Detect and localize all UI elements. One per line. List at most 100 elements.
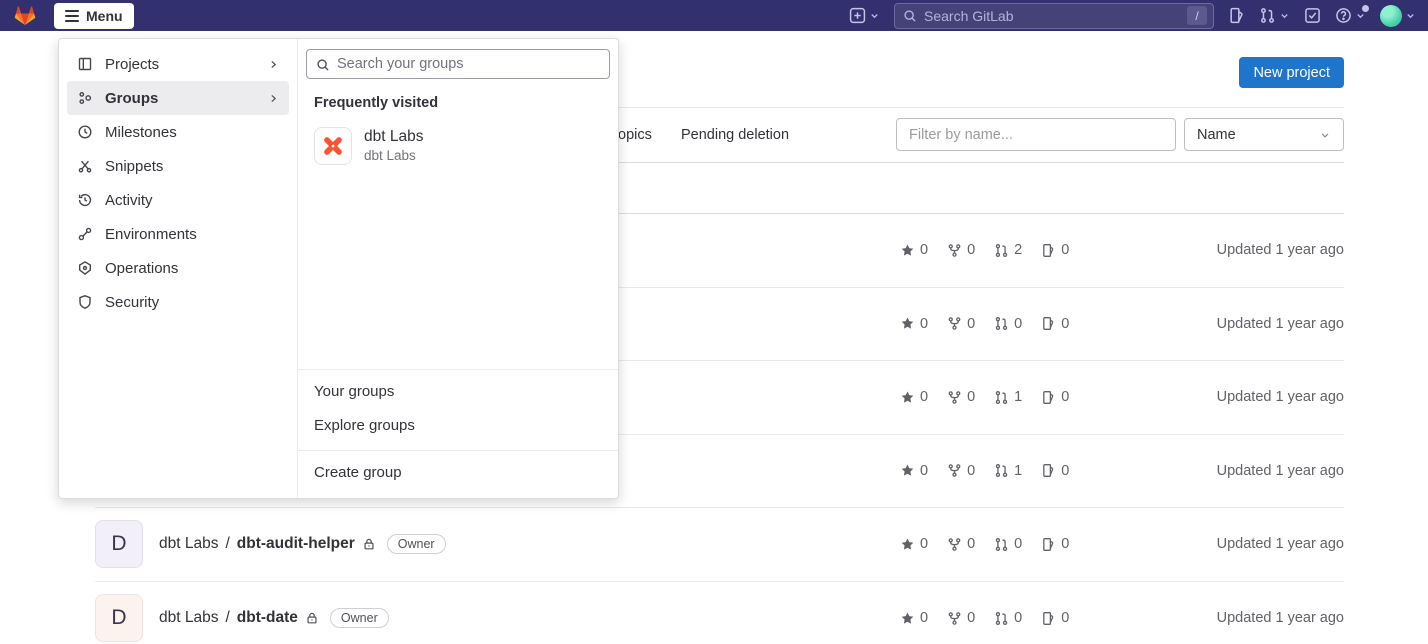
- project-stats: 0 0 2 0: [900, 214, 1069, 287]
- issues-icon[interactable]: [1228, 7, 1245, 24]
- fork-icon: [947, 316, 962, 331]
- star-count[interactable]: 0: [900, 610, 928, 626]
- issues-icon: [1041, 463, 1056, 478]
- star-count[interactable]: 0: [900, 316, 928, 332]
- menu-button-label: Menu: [86, 8, 123, 24]
- global-search-input[interactable]: Search GitLab /: [894, 3, 1214, 29]
- project-title[interactable]: dbt-date: [237, 609, 298, 627]
- fork-count[interactable]: 0: [947, 316, 975, 332]
- private-lock-icon: [362, 537, 376, 551]
- menu-item-security[interactable]: Security: [67, 285, 289, 319]
- flyout-footer: Your groups Explore groups Create group: [298, 369, 618, 489]
- main-menu-dropdown: Projects Groups Milestones Snippets Acti…: [58, 38, 619, 499]
- help-dropdown[interactable]: [1335, 7, 1366, 24]
- fork-count[interactable]: 0: [947, 536, 975, 552]
- divider: [298, 369, 618, 370]
- updated-timestamp: Updated 1 year ago: [1217, 214, 1344, 287]
- divider: [298, 450, 618, 451]
- explore-groups-link[interactable]: Explore groups: [298, 408, 618, 442]
- star-icon: [900, 390, 915, 405]
- menu-item-milestones[interactable]: Milestones: [67, 115, 289, 149]
- issue-count[interactable]: 0: [1041, 389, 1069, 405]
- menu-item-label: Projects: [105, 56, 159, 73]
- merge-request-count[interactable]: 0: [994, 536, 1022, 552]
- project-name[interactable]: dbt Labs / dbt-date Owner: [159, 608, 389, 628]
- project-row[interactable]: D dbt Labs / dbt-date Owner 0 0 0 0 Upda…: [95, 582, 1344, 644]
- star-icon: [900, 316, 915, 331]
- project-row[interactable]: D dbt Labs / dbt-audit-helper Owner 0 0 …: [95, 508, 1344, 582]
- updated-timestamp: Updated 1 year ago: [1217, 361, 1344, 434]
- menu-button[interactable]: Menu: [54, 3, 134, 29]
- project-namespace[interactable]: dbt Labs: [159, 535, 218, 553]
- new-project-button[interactable]: New project: [1239, 57, 1344, 88]
- merge-request-count[interactable]: 0: [994, 316, 1022, 332]
- merge-request-icon: [994, 390, 1009, 405]
- fork-count[interactable]: 0: [947, 610, 975, 626]
- chevron-right-icon: [268, 59, 279, 70]
- fork-count[interactable]: 0: [947, 242, 975, 258]
- star-count[interactable]: 0: [900, 389, 928, 405]
- menu-item-operations[interactable]: Operations: [67, 251, 289, 285]
- issue-count[interactable]: 0: [1041, 463, 1069, 479]
- group-icon: [77, 90, 93, 106]
- menu-item-groups[interactable]: Groups: [67, 81, 289, 115]
- sort-by-select[interactable]: Name: [1184, 118, 1344, 151]
- user-menu-dropdown[interactable]: [1380, 5, 1416, 27]
- frequent-group-item[interactable]: dbt Labs dbt Labs: [298, 121, 618, 171]
- help-question-icon: [1335, 7, 1352, 24]
- search-groups-input[interactable]: [306, 49, 610, 79]
- merge-request-count[interactable]: 2: [994, 242, 1022, 258]
- menu-item-activity[interactable]: Activity: [67, 183, 289, 217]
- fork-count[interactable]: 0: [947, 463, 975, 479]
- filter-by-name-input[interactable]: [896, 118, 1176, 151]
- issue-count[interactable]: 0: [1041, 536, 1069, 552]
- merge-request-count[interactable]: 1: [994, 389, 1022, 405]
- shield-icon: [77, 294, 93, 310]
- star-icon: [900, 463, 915, 478]
- issue-count[interactable]: 0: [1041, 316, 1069, 332]
- menu-item-projects[interactable]: Projects: [67, 47, 289, 81]
- issues-icon: [1041, 390, 1056, 405]
- group-title: dbt Labs: [364, 127, 423, 147]
- project-stats: 0 0 0 0: [900, 288, 1069, 361]
- create-group-link[interactable]: Create group: [298, 455, 618, 489]
- new-item-plus-dropdown[interactable]: [849, 7, 880, 24]
- merge-request-count[interactable]: 0: [994, 610, 1022, 626]
- gitlab-tanuki-logo[interactable]: [12, 3, 38, 29]
- star-count[interactable]: 0: [900, 463, 928, 479]
- search-icon: [316, 58, 330, 72]
- merge-requests-dropdown[interactable]: [1259, 7, 1290, 24]
- menu-item-label: Milestones: [105, 124, 177, 141]
- issues-icon: [1041, 611, 1056, 626]
- sort-by-value: Name: [1197, 127, 1236, 143]
- tab-topics-partial[interactable]: opics: [618, 107, 652, 163]
- global-search-placeholder: Search GitLab: [924, 8, 1180, 24]
- merge-request-icon: [994, 537, 1009, 552]
- updated-timestamp: Updated 1 year ago: [1217, 508, 1344, 581]
- issues-icon: [1041, 243, 1056, 258]
- project-name[interactable]: dbt Labs / dbt-audit-helper Owner: [159, 534, 446, 554]
- chevron-down-icon: [1319, 129, 1331, 141]
- project-title[interactable]: dbt-audit-helper: [237, 535, 355, 553]
- fork-icon: [947, 463, 962, 478]
- star-icon: [900, 611, 915, 626]
- fork-count[interactable]: 0: [947, 389, 975, 405]
- issue-count[interactable]: 0: [1041, 610, 1069, 626]
- chevron-right-icon: [268, 93, 279, 104]
- merge-request-count[interactable]: 1: [994, 463, 1022, 479]
- fork-icon: [947, 243, 962, 258]
- project-avatar: D: [95, 594, 143, 642]
- menu-item-environments[interactable]: Environments: [67, 217, 289, 251]
- menu-item-snippets[interactable]: Snippets: [67, 149, 289, 183]
- tab-pending-deletion[interactable]: Pending deletion: [681, 107, 789, 163]
- hamburger-icon: [65, 10, 79, 22]
- todos-icon[interactable]: [1304, 7, 1321, 24]
- your-groups-link[interactable]: Your groups: [298, 374, 618, 408]
- project-namespace[interactable]: dbt Labs: [159, 609, 218, 627]
- star-count[interactable]: 0: [900, 536, 928, 552]
- menu-item-label: Activity: [105, 192, 153, 209]
- issue-count[interactable]: 0: [1041, 242, 1069, 258]
- updated-timestamp: Updated 1 year ago: [1217, 582, 1344, 644]
- star-count[interactable]: 0: [900, 242, 928, 258]
- search-icon: [903, 9, 917, 23]
